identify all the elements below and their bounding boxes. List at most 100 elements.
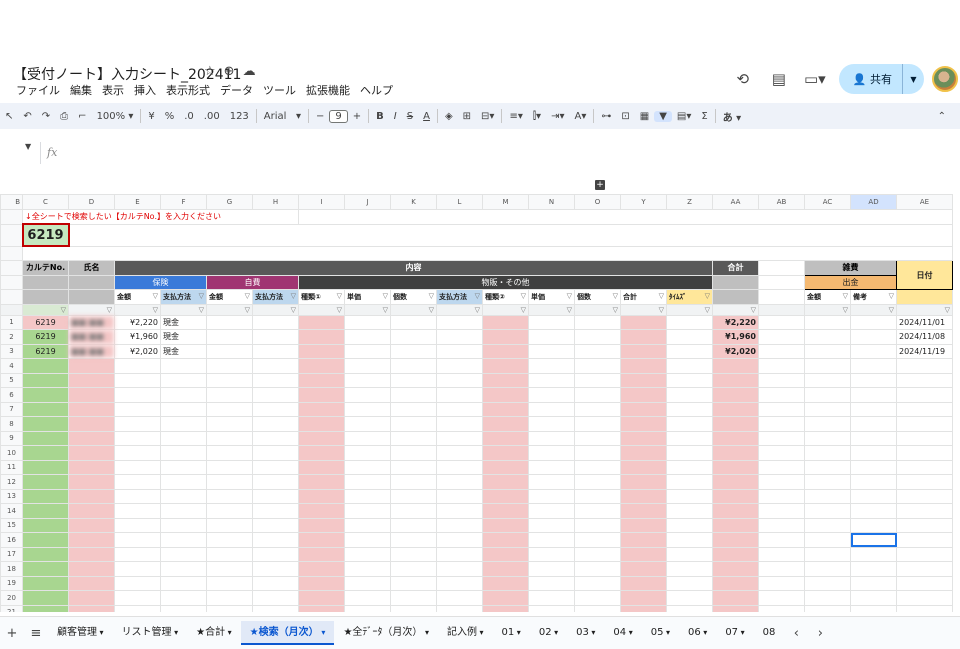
amount-cell[interactable]: ¥2,020 [114, 343, 161, 359]
cell[interactable] [160, 358, 207, 374]
sheet-tab[interactable]: ★合計 ▾ [187, 621, 241, 645]
cell[interactable] [666, 604, 713, 612]
cell[interactable] [206, 416, 253, 432]
sheet-tab[interactable]: リスト管理 ▾ [113, 621, 188, 645]
tab-menu-icon[interactable]: ▾ [225, 628, 232, 637]
cell[interactable] [574, 517, 621, 533]
cell[interactable] [206, 372, 253, 388]
column-header[interactable]: AC [804, 194, 851, 210]
cell[interactable] [896, 459, 953, 475]
cell[interactable] [160, 488, 207, 504]
cell[interactable] [528, 445, 575, 461]
cell[interactable] [298, 416, 345, 432]
column-header[interactable]: E [114, 194, 161, 210]
cell[interactable] [804, 416, 851, 432]
cell[interactable] [758, 561, 805, 577]
cell[interactable] [22, 590, 69, 606]
filter-icon[interactable]: ▽ [61, 306, 66, 314]
sheet-tab[interactable]: 05 ▾ [642, 621, 679, 645]
cell[interactable] [160, 445, 207, 461]
cell[interactable] [114, 358, 161, 374]
cell[interactable] [436, 517, 483, 533]
cell[interactable] [114, 387, 161, 403]
strikethrough-icon[interactable]: S [402, 111, 418, 122]
cell[interactable] [160, 561, 207, 577]
filter-cell[interactable]: ▽ [436, 303, 483, 316]
cell[interactable] [114, 488, 161, 504]
cell[interactable] [712, 358, 759, 374]
cell[interactable] [804, 474, 851, 490]
cell[interactable] [804, 372, 851, 388]
cell[interactable] [344, 401, 391, 417]
vertical-align-icon[interactable]: ⫿▾ [528, 111, 546, 122]
filter-cell[interactable]: ▽ [804, 303, 851, 316]
cell[interactable] [114, 590, 161, 606]
cell[interactable] [482, 445, 529, 461]
cell[interactable] [620, 517, 667, 533]
cell[interactable] [206, 517, 253, 533]
cell[interactable] [712, 532, 759, 548]
cell[interactable] [252, 488, 299, 504]
cell[interactable] [160, 532, 207, 548]
cell[interactable] [804, 575, 851, 591]
total-cell[interactable]: ¥1,960 [712, 329, 759, 345]
cell[interactable] [344, 459, 391, 475]
cell[interactable] [344, 546, 391, 562]
filter-icon[interactable]: ▽ [521, 292, 526, 300]
cell[interactable] [390, 517, 437, 533]
cell[interactable] [528, 546, 575, 562]
column-header[interactable]: F [160, 194, 207, 210]
next-tab-icon[interactable]: › [808, 626, 832, 641]
cell[interactable] [804, 488, 851, 504]
tab-menu-icon[interactable]: ▾ [172, 628, 178, 637]
menu-item[interactable]: ヘルプ [355, 82, 398, 98]
cell[interactable] [758, 358, 805, 374]
cell[interactable] [22, 546, 69, 562]
cell[interactable] [896, 532, 953, 548]
cell[interactable] [298, 445, 345, 461]
cell[interactable] [344, 561, 391, 577]
cell[interactable] [390, 445, 437, 461]
filter-icon[interactable]: ▽ [613, 306, 618, 314]
filter-icon[interactable]: ▽ [475, 292, 480, 300]
cell[interactable] [620, 329, 667, 345]
filter-icon[interactable]: ▽ [153, 306, 158, 314]
cell[interactable] [666, 314, 713, 330]
cell[interactable] [344, 416, 391, 432]
cell[interactable] [252, 532, 299, 548]
cloud-status-icon[interactable]: ☁ [243, 64, 256, 79]
cell[interactable] [850, 604, 897, 612]
cell[interactable] [436, 575, 483, 591]
cell[interactable] [666, 503, 713, 519]
cell[interactable] [390, 358, 437, 374]
cell[interactable] [574, 416, 621, 432]
cell[interactable] [22, 517, 69, 533]
cell[interactable] [896, 546, 953, 562]
cell[interactable] [482, 329, 529, 345]
cell[interactable] [850, 401, 897, 417]
name-box-dropdown-icon[interactable]: ▼ [25, 142, 31, 151]
cell[interactable] [620, 372, 667, 388]
cell[interactable] [712, 575, 759, 591]
cell[interactable] [528, 532, 575, 548]
tab-menu-icon[interactable]: ▾ [589, 628, 595, 637]
cell[interactable] [712, 503, 759, 519]
all-sheets-icon[interactable]: ≡ [24, 626, 48, 641]
cell[interactable] [298, 401, 345, 417]
cell[interactable] [850, 546, 897, 562]
currency-button[interactable]: ¥ [143, 111, 159, 122]
cell[interactable] [22, 416, 69, 432]
cell[interactable] [712, 387, 759, 403]
cell[interactable] [252, 604, 299, 612]
cell[interactable] [436, 329, 483, 345]
cell[interactable] [206, 488, 253, 504]
history-icon[interactable]: ⟲ [725, 70, 761, 88]
cell[interactable] [758, 474, 805, 490]
cell[interactable] [482, 314, 529, 330]
name-cell[interactable]: ■■ ■■ [68, 329, 115, 345]
cell[interactable] [68, 416, 115, 432]
cell[interactable] [160, 590, 207, 606]
cell[interactable] [758, 387, 805, 403]
filter-icon[interactable]: ▽ [383, 306, 388, 314]
cell[interactable] [344, 532, 391, 548]
